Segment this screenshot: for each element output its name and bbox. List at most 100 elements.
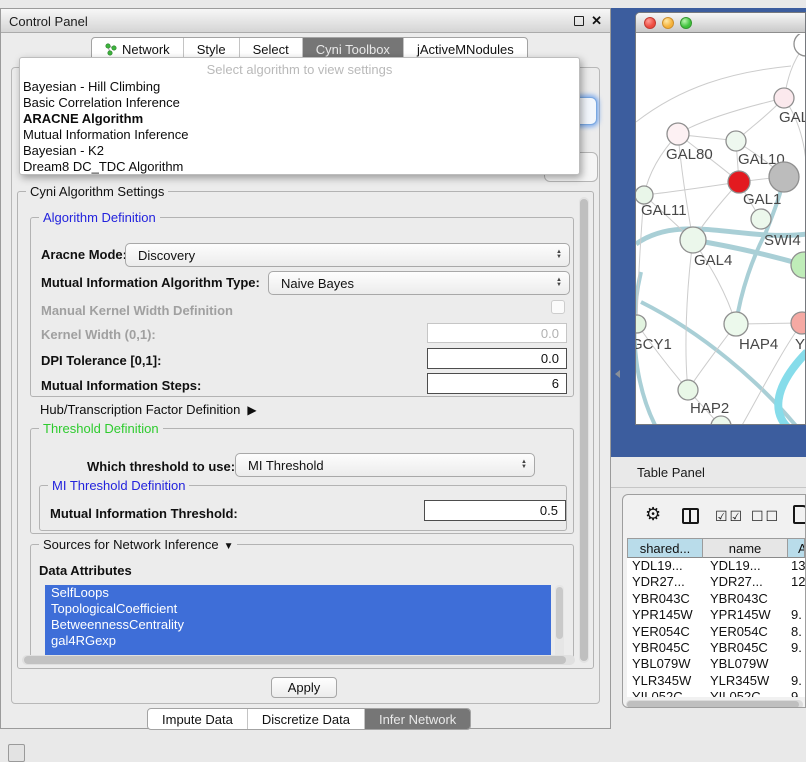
algorithm-option[interactable]: Dream8 DC_TDC Algorithm [20,159,579,175]
node-label: GCY1 [636,336,672,353]
aracne-mode-select[interactable]: Discovery ▲▼ [125,243,570,267]
attribute-list-item[interactable]: TopologicalCoefficient [45,601,551,617]
settings-vertical-scrollbar[interactable] [579,197,589,663]
which-threshold-select[interactable]: MI Threshold ▲▼ [235,453,535,477]
table-cell: YDR27... [703,574,788,590]
network-node[interactable] [769,162,799,192]
tab-impute-data[interactable]: Impute Data [148,709,247,729]
table-row[interactable]: YBR045CYBR045C9. [627,640,805,656]
manual-kernel-label: Manual Kernel Width Definition [41,303,233,318]
table-row[interactable]: YBR043CYBR043C [627,591,805,607]
attributes-scrollbar[interactable] [555,585,564,659]
network-node-gal[interactable] [774,88,794,108]
close-icon[interactable]: ✕ [591,13,602,29]
table-panel-title: Table Panel [637,465,705,480]
table-cell: 12 [788,574,805,590]
mi-steps-input[interactable]: 6 [427,373,567,394]
deselect-all-checkboxes-icon[interactable]: ☐☐ [751,508,780,525]
scrollbar-thumb[interactable] [556,587,563,639]
export-table-icon[interactable] [793,505,806,524]
table-horizontal-scrollbar[interactable] [626,700,803,708]
network-node[interactable] [794,34,806,56]
column-header-partial[interactable]: A [788,538,805,558]
group-title: MI Threshold Definition [48,478,189,493]
close-traffic-light[interactable] [644,17,656,29]
attribute-list-item[interactable]: gal4RGexp [45,633,551,649]
network-node-hap4[interactable] [724,312,748,336]
network-node-gal80[interactable] [667,123,689,145]
table-cell: YER054C [703,624,788,640]
column-visibility-icon[interactable] [682,508,699,524]
network-node-gal4[interactable] [680,227,706,253]
algorithm-option[interactable]: ARACNE Algorithm [20,111,579,127]
selected-value: Naive Bayes [269,276,556,291]
tab-infer-network[interactable]: Infer Network [364,709,470,729]
node-label: GAL11 [641,202,687,219]
table-row[interactable]: YLR345WYLR345W9. [627,673,805,689]
group-title: Threshold Definition [39,421,163,436]
table-body: YDL19...YDL19...13YDR27...YDR27...12YBR0… [627,558,805,697]
settings-horizontal-scrollbar[interactable] [22,655,575,665]
network-view-window: GALGAL80GAL10GAL1GAL11SWI4GAL4GCY1HAP4YH… [635,12,806,425]
scrollbar-thumb[interactable] [580,199,588,661]
table-toolbar: ⚙ ☑☑ ☐☐ [623,495,805,537]
table-row[interactable]: YER054CYER054C8. [627,624,805,640]
zoom-traffic-light[interactable] [680,17,692,29]
spinner-arrows-icon: ▲▼ [556,278,569,288]
column-header-shared-name[interactable]: shared... [627,538,703,558]
which-threshold-label: Which threshold to use: [87,459,235,474]
aracne-mode-label: Aracne Mode: [41,247,127,262]
dpi-tolerance-input[interactable]: 0.0 [427,348,567,369]
column-header-name[interactable]: name [703,538,788,558]
network-icon [105,43,117,56]
table-cell: YLR345W [627,673,703,689]
attribute-list-item[interactable]: BetweennessCentrality [45,617,551,633]
scrollbar-thumb[interactable] [24,656,566,664]
table-row[interactable]: YBL079WYBL079W [627,656,805,672]
kernel-width-input[interactable]: 0.0 [427,323,567,343]
table-cell: YIL052C [627,689,703,697]
panel-splitter-collapse-icon[interactable] [615,370,620,378]
float-window-icon[interactable] [574,16,584,26]
table-row[interactable]: YDL19...YDL19...13 [627,558,805,574]
tab-label: Discretize Data [262,712,350,727]
attribute-list-item[interactable]: SelfLoops [45,585,551,601]
table-row[interactable]: YIL052CYIL052C9. [627,689,805,697]
table-cell: 9. [788,640,805,656]
hub-definition-expander[interactable]: Hub/Transcription Factor Definition▶ [40,402,257,417]
node-table-window: ⚙ ☑☑ ☐☐ shared... name A YDL19...YDL19..… [622,494,806,708]
mi-algorithm-type-select[interactable]: Naive Bayes ▲▼ [268,271,570,295]
tab-discretize-data[interactable]: Discretize Data [247,709,364,729]
algorithm-option[interactable]: Basic Correlation Inference [20,95,579,111]
gear-icon[interactable]: ⚙ [645,504,661,525]
network-node-gal1[interactable] [728,171,750,193]
sources-group: Sources for Network Inference▼ Data Attr… [30,544,574,658]
network-node[interactable] [711,416,731,425]
apply-button[interactable]: Apply [271,677,337,698]
network-node[interactable] [791,252,806,278]
table-panel-section: Table Panel ⚙ ☑☑ ☐☐ shared... name A YDL… [611,457,806,762]
table-row[interactable]: YDR27...YDR27...12 [627,574,805,590]
scrollbar-thumb[interactable] [627,701,799,708]
network-node-gal10[interactable] [726,131,746,151]
minimize-traffic-light[interactable] [662,17,674,29]
network-canvas[interactable]: GALGAL80GAL10GAL1GAL11SWI4GAL4GCY1HAP4YH… [636,34,806,425]
algorithm-option[interactable]: Mutual Information Inference [20,127,579,143]
group-title[interactable]: Sources for Network Inference▼ [39,537,237,552]
mi-threshold-input[interactable]: 0.5 [424,500,566,521]
table-row[interactable]: YPR145WYPR145W9. [627,607,805,623]
select-all-checkboxes-icon[interactable]: ☑☑ [715,508,744,525]
algorithm-option[interactable]: Bayesian - Hill Climbing [20,79,579,95]
expand-right-icon: ▶ [247,403,256,417]
minimized-panel-icon[interactable] [8,744,25,762]
table-cell: 9. [788,689,805,697]
network-node-hap2[interactable] [678,380,698,400]
tab-label: Network [122,42,170,57]
algorithm-option[interactable]: Bayesian - K2 [20,143,579,159]
network-node-gcy1[interactable] [636,315,646,333]
network-node-y[interactable] [791,312,806,334]
table-cell: YPR145W [627,607,703,623]
network-node-swi4[interactable] [751,209,771,229]
table-cell: 9. [788,673,805,689]
manual-kernel-checkbox[interactable] [551,300,565,314]
